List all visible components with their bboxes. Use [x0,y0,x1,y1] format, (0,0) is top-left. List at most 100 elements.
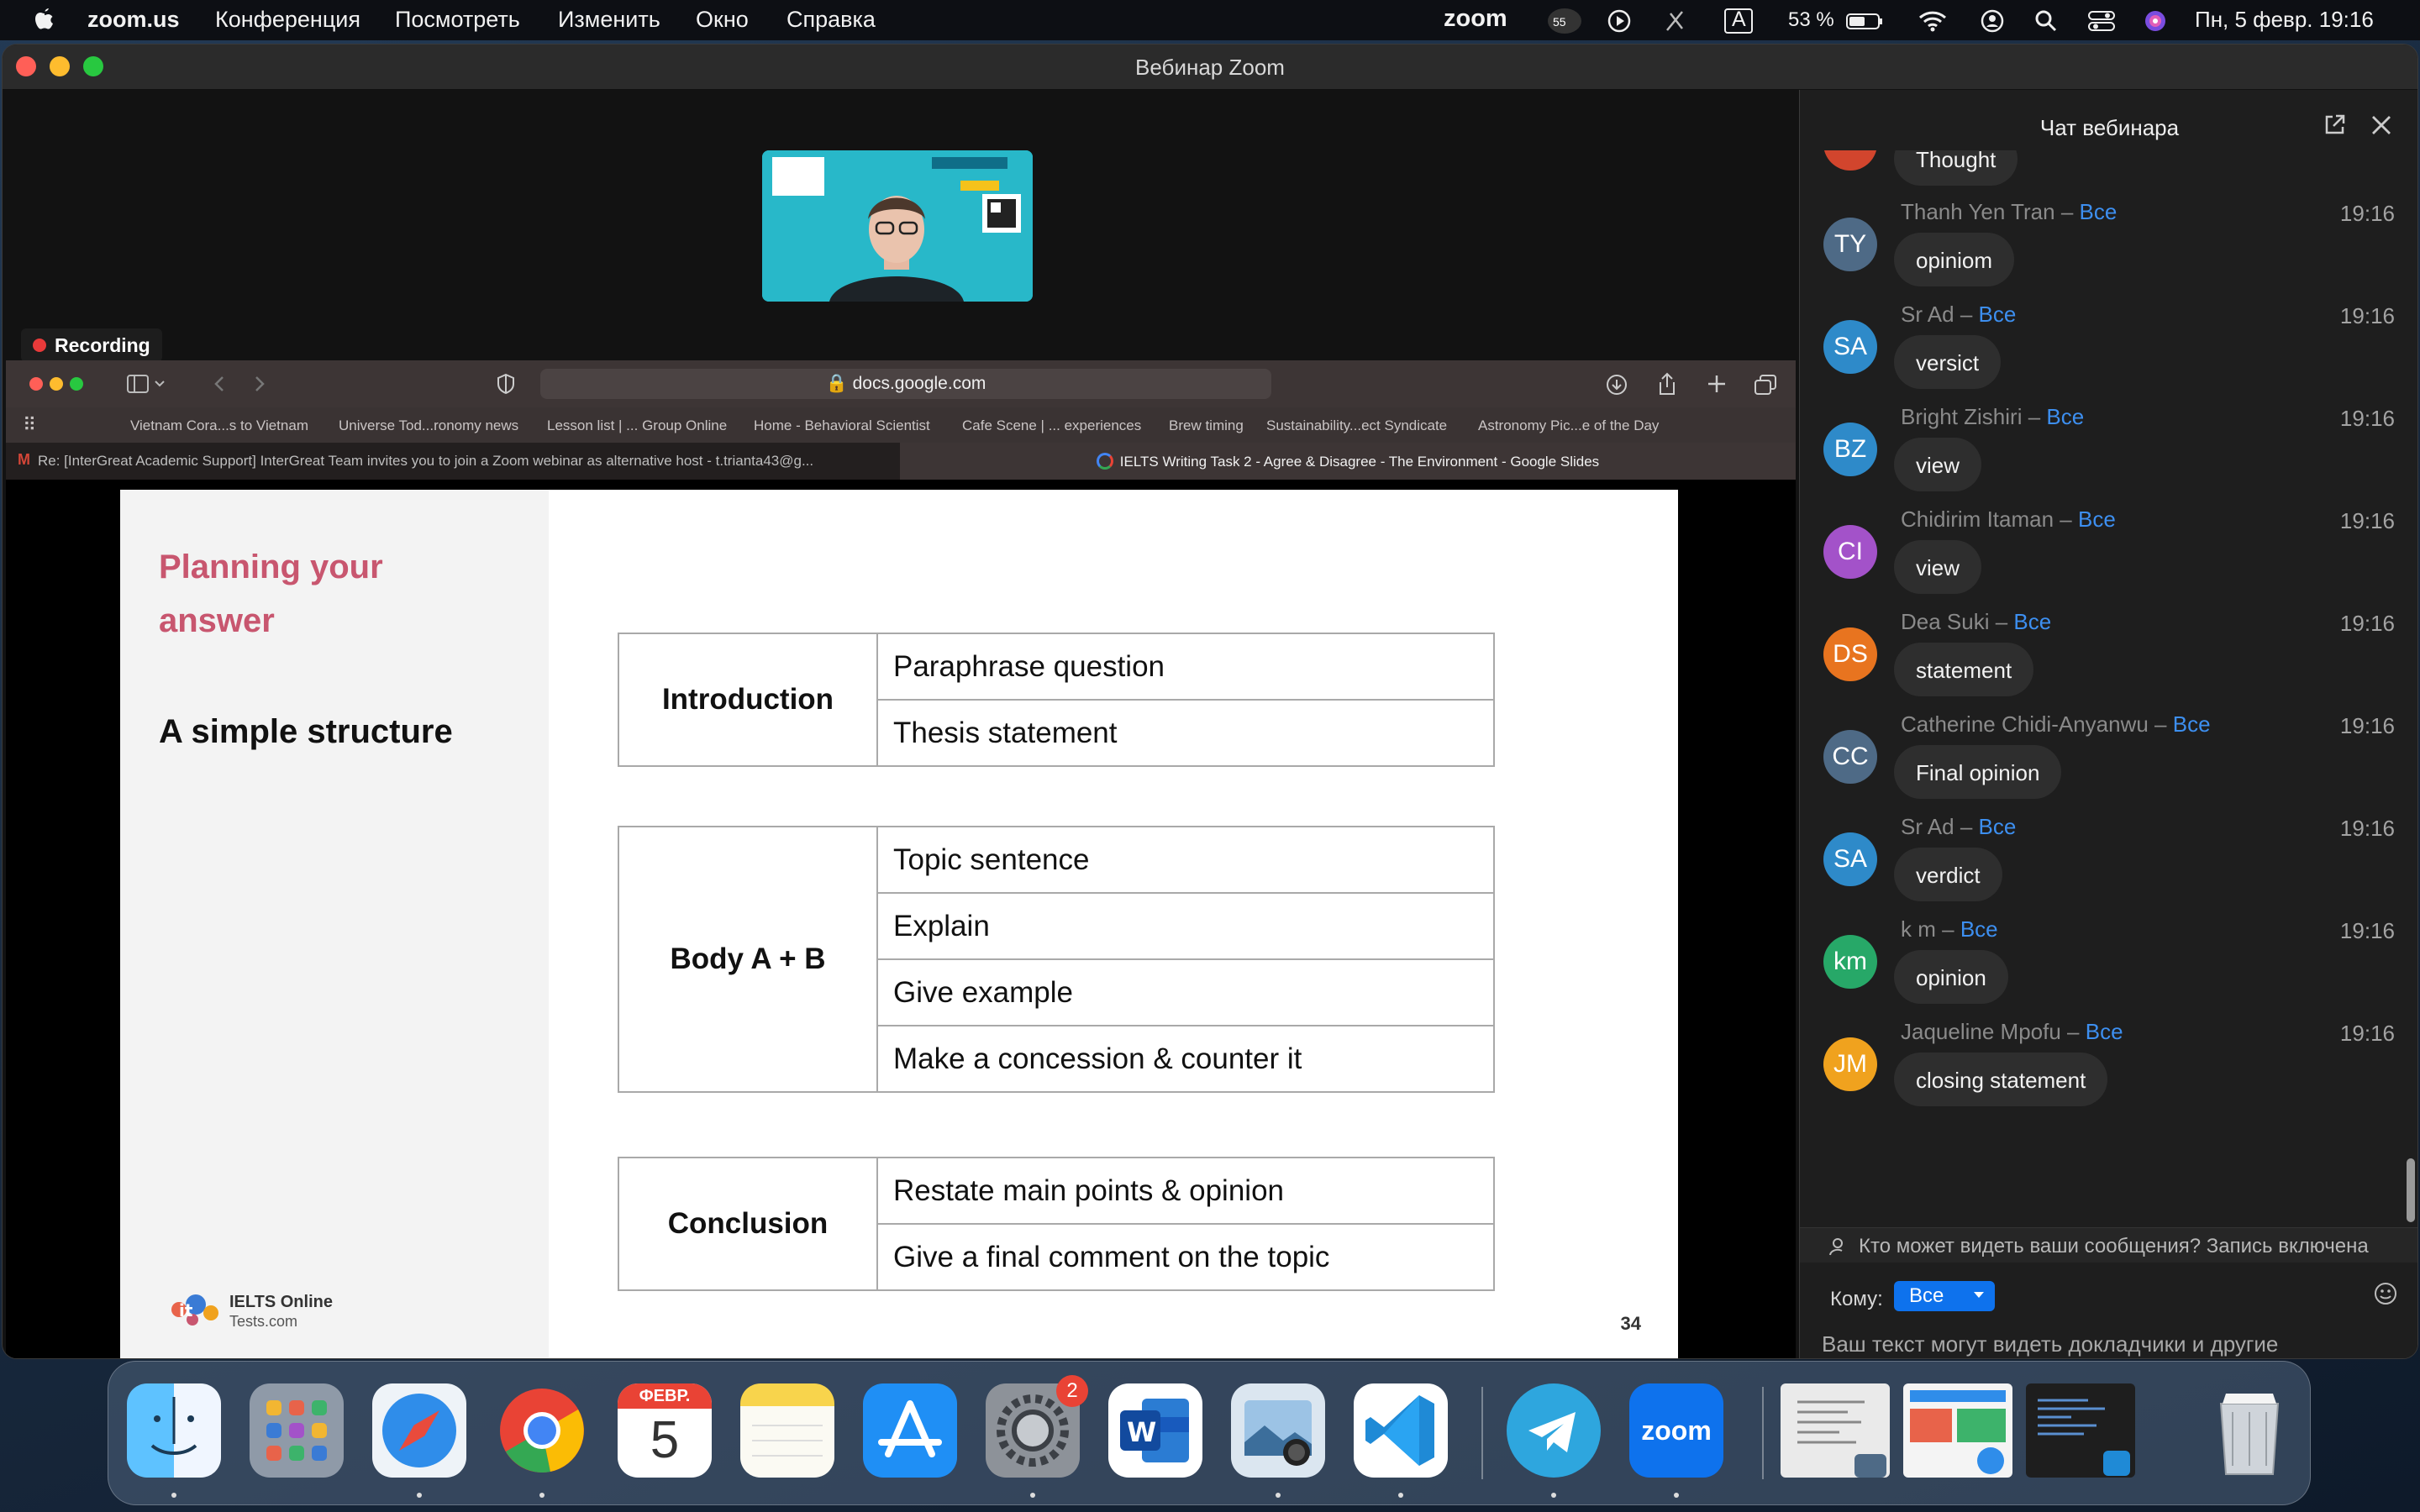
chat-scrollbar[interactable] [2407,1158,2415,1222]
minimized-document-window[interactable] [1781,1383,1890,1478]
chat-message[interactable]: CI Chidirim Itaman – Все 19:16 view [1823,507,2395,609]
avatar [1823,150,1877,171]
app-name[interactable]: zoom.us [87,7,180,33]
message-recipient: Все [2046,404,2085,429]
message-time: 19:16 [2339,611,2395,636]
popout-icon[interactable] [2323,113,2346,137]
chat-message[interactable]: BZ Bright Zishiri – Все 19:16 view [1823,404,2395,507]
apple-icon[interactable] [32,7,57,34]
bookmark-7[interactable]: Sustainability...ect Syndicate [1266,417,1447,434]
chat-sender: Sr Ad – Все [1901,302,2016,328]
notes-icon[interactable] [740,1383,834,1478]
word-icon[interactable]: W [1108,1383,1202,1478]
emoji-icon[interactable] [2373,1281,2398,1306]
tab-gmail[interactable]: M Re: [InterGreat Academic Support] Inte… [6,443,900,480]
downloads-icon[interactable] [1606,374,1628,396]
telegram-running-dot [1551,1493,1556,1498]
chat-message[interactable]: SA Sr Ad – Все 19:16 versict [1823,302,2395,404]
bookmark-3[interactable]: Lesson list | ... Group Online [547,417,727,434]
calendar-month: ФЕВР. [618,1383,712,1409]
body-item-3: Give example [876,958,1495,1026]
menu-help[interactable]: Справка [786,7,876,33]
message-time: 19:16 [2339,1021,2395,1046]
vscode-icon[interactable] [1354,1383,1448,1478]
sender-separator: – [2054,507,2078,532]
avatar[interactable]: TY [1823,218,1877,271]
bookmark-2[interactable]: Universe Tod...ronomy news [339,417,518,434]
recipient-select[interactable]: Все [1894,1281,1995,1311]
menu-edit[interactable]: Изменить [558,7,660,33]
window-title: Вебинар Zoom [1135,55,1285,80]
avatar[interactable]: km [1823,935,1877,989]
avatar[interactable]: BZ [1823,423,1877,476]
menu-view[interactable]: Посмотреть [395,7,520,33]
back-forward-icon[interactable] [213,374,266,394]
chat-message[interactable]: SA Sr Ad – Все 19:16 verdict [1823,814,2395,916]
chat-message-bubble: opinion [1894,950,2008,1004]
chrome-running-dot [539,1493,544,1498]
body-item-2: Explain [876,892,1495,960]
close-icon[interactable] [2370,113,2393,137]
battery-icon[interactable] [1845,8,1884,34]
chat-message[interactable]: TY Thanh Yen Tran – Все 19:16 opiniom [1823,199,2395,302]
privacy-shield-icon[interactable] [497,374,515,394]
minimized-vscode-window[interactable] [2026,1383,2135,1478]
share-icon[interactable] [1656,372,1678,396]
wifi-icon[interactable] [1918,8,1948,34]
app-store-icon[interactable] [863,1383,957,1478]
tab-overview-icon[interactable] [1754,374,1777,396]
bookmark-5[interactable]: Cafe Scene | ... experiences [962,417,1141,434]
tab-google-slides[interactable]: IELTS Writing Task 2 - Agree & Disagree … [900,443,1796,480]
finder-icon[interactable] [127,1383,221,1478]
user-account-icon[interactable] [1980,8,2005,34]
preview-icon[interactable] [1231,1383,1325,1478]
menu-conference[interactable]: Конференция [215,7,360,33]
safari-icon[interactable] [372,1383,466,1478]
chat-message[interactable]: CC Catherine Chidi-Anyanwu – Все 19:16 Fina… [1823,711,2395,814]
zoom-menubar-logo[interactable]: zoom [1444,5,1507,33]
play-circle-icon[interactable] [1607,8,1632,34]
recipient-value: Все [1909,1284,1944,1307]
siri-icon[interactable] [2143,8,2168,34]
chat-message[interactable]: km k m – Все 19:16 opinion [1823,916,2395,1019]
avatar[interactable]: CI [1823,525,1877,579]
launchpad-icon[interactable] [250,1383,344,1478]
browser-minimize-button[interactable] [50,377,63,391]
pen-slash-icon[interactable] [1662,8,1687,34]
avatar[interactable]: JM [1823,1037,1877,1091]
system-settings-icon[interactable]: 2 [986,1375,1088,1478]
bookmark-8[interactable]: Astronomy Pic...e of the Day [1478,417,1659,434]
avatar[interactable]: DS [1823,627,1877,681]
menu-datetime[interactable]: Пн, 5 февр. 19:16 [2195,7,2374,33]
avatar[interactable]: SA [1823,320,1877,374]
trash-icon[interactable] [2202,1383,2296,1478]
zoom-icon[interactable]: zoom [1629,1383,1723,1478]
bookmark-6[interactable]: Brew timing [1169,417,1244,434]
chat-input[interactable]: Ваш текст могут видеть докладчики и друг… [1822,1330,2292,1358]
sidebar-toggle-icon[interactable] [127,374,167,394]
control-center-icon[interactable] [2087,8,2116,34]
slide-page-number: 34 [1620,1313,1641,1334]
menu-window[interactable]: Окно [696,7,749,33]
chat-sender: Thanh Yen Tran – Все [1901,199,2117,225]
browser-maximize-button[interactable] [70,377,83,391]
telegram-icon[interactable] [1507,1383,1601,1478]
url-bar[interactable]: 🔒 docs.google.com [540,369,1271,399]
calendar-icon[interactable]: ФЕВР. 5 [618,1383,712,1478]
chat-message[interactable]: DS Dea Suki – Все 19:16 statement [1823,609,2395,711]
bookmark-4[interactable]: Home - Behavioral Scientist [754,417,930,434]
chat-message[interactable]: JM Jaqueline Mpofu – Все 19:16 closing stat… [1823,1019,2395,1121]
browser-close-button[interactable] [29,377,43,391]
new-tab-icon[interactable] [1707,374,1727,394]
chat-visibility-notice[interactable]: Кто может видеть ваши сообщения? Запись … [1800,1227,2417,1263]
message-recipient: Все [2172,711,2211,737]
search-icon[interactable] [2033,8,2059,34]
bookmark-1[interactable]: Vietnam Cora...s to Vietnam [130,417,308,434]
minimized-safari-window[interactable] [1903,1383,2012,1478]
avatar[interactable]: CC [1823,730,1877,784]
apps-grid-icon[interactable]: ⠿ [23,414,36,436]
avatar[interactable]: SA [1823,832,1877,886]
chat-sender: k m – Все [1901,916,1998,942]
speaker-video[interactable] [762,150,1033,302]
chrome-icon[interactable] [495,1383,589,1478]
